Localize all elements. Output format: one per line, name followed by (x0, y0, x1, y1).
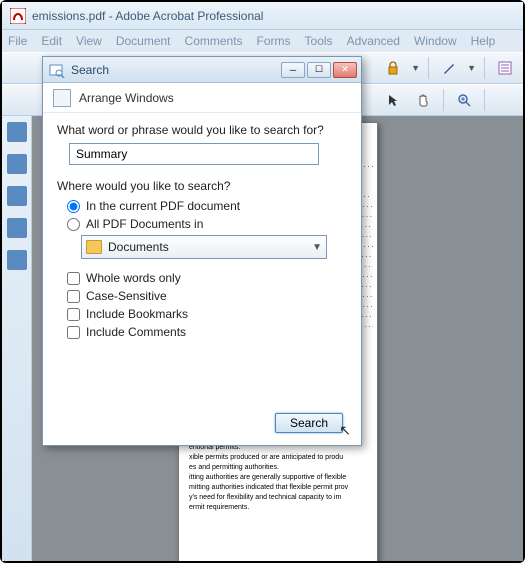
checkbox-case-sensitive[interactable]: Case-Sensitive (67, 289, 347, 303)
menu-document[interactable]: Document (116, 34, 171, 48)
menu-edit[interactable]: Edit (41, 34, 62, 48)
radio-all-input[interactable] (67, 218, 80, 231)
search-titlebar[interactable]: Search ─ ☐ ✕ (43, 57, 361, 83)
maximize-button[interactable]: ☐ (307, 62, 331, 78)
main-window-title: emissions.pdf - Adobe Acrobat Profession… (32, 9, 263, 23)
radio-current-input[interactable] (67, 200, 80, 213)
toolbar-divider (484, 89, 485, 111)
marquee-zoom-tool[interactable] (452, 88, 476, 112)
checkbox-whole-words-input[interactable] (67, 272, 80, 285)
search-prompt-label: What word or phrase would you like to se… (57, 123, 347, 137)
menu-tools[interactable]: Tools (305, 34, 333, 48)
acrobat-main-window: emissions.pdf - Adobe Acrobat Profession… (2, 2, 523, 561)
navigation-pane (2, 116, 32, 561)
body-line: es and permitting authorities. (189, 463, 373, 473)
checkbox-whole-words-label: Whole words only (86, 271, 181, 285)
search-dialog: Search ─ ☐ ✕ Arrange Windows What word o… (42, 56, 362, 446)
menu-advanced[interactable]: Advanced (347, 34, 400, 48)
search-input[interactable] (69, 143, 319, 165)
panel-button[interactable] (7, 218, 27, 238)
forms-button[interactable] (493, 56, 517, 80)
minimize-button[interactable]: ─ (281, 62, 305, 78)
body-line: itting authorities are generally support… (189, 473, 373, 483)
menu-file[interactable]: File (8, 34, 27, 48)
panel-button[interactable] (7, 186, 27, 206)
radio-current-document[interactable]: In the current PDF document (67, 199, 347, 213)
dropdown-arrow-icon[interactable]: ▼ (411, 63, 420, 73)
main-titlebar: emissions.pdf - Adobe Acrobat Profession… (2, 2, 523, 30)
menu-view[interactable]: View (76, 34, 102, 48)
radio-all-documents[interactable]: All PDF Documents in (67, 217, 347, 231)
close-button[interactable]: ✕ (333, 62, 357, 78)
toolbar-button[interactable] (8, 88, 32, 112)
where-prompt-label: Where would you like to search? (57, 179, 347, 193)
sign-dropdown[interactable] (437, 56, 461, 80)
bookmarks-panel-button[interactable] (7, 154, 27, 174)
toolbar-button[interactable] (493, 88, 517, 112)
body-line: xible permits produced or are anticipate… (189, 453, 373, 463)
menu-help[interactable]: Help (471, 34, 496, 48)
search-window-icon (49, 62, 65, 78)
menu-forms[interactable]: Forms (257, 34, 291, 48)
combo-value: Documents (108, 240, 169, 254)
checkbox-include-comments[interactable]: Include Comments (67, 325, 347, 339)
checkbox-whole-words[interactable]: Whole words only (67, 271, 347, 285)
search-body: What word or phrase would you like to se… (43, 113, 361, 445)
toolbar-button[interactable] (8, 56, 32, 80)
checkbox-comments-label: Include Comments (86, 325, 186, 339)
toolbar-divider (484, 57, 485, 79)
pages-panel-button[interactable] (7, 122, 27, 142)
panel-button[interactable] (7, 250, 27, 270)
toolbar-divider (428, 57, 429, 79)
body-line: ermit requirements. (189, 503, 373, 513)
secure-dropdown[interactable] (381, 56, 405, 80)
location-combobox[interactable]: Documents ▼ (81, 235, 327, 259)
search-button[interactable]: Search (275, 413, 343, 433)
checkbox-bookmarks-label: Include Bookmarks (86, 307, 188, 321)
checkbox-bookmarks-input[interactable] (67, 308, 80, 321)
checkbox-case-input[interactable] (67, 290, 80, 303)
radio-all-label: All PDF Documents in (86, 217, 203, 231)
menubar: File Edit View Document Comments Forms T… (2, 30, 523, 52)
body-line: mitting authorities indicated that flexi… (189, 483, 373, 493)
body-line: y's need for flexibility and technical c… (189, 493, 373, 503)
acrobat-app-icon (10, 8, 26, 24)
arrange-windows-label: Arrange Windows (79, 91, 174, 105)
menu-window[interactable]: Window (414, 34, 457, 48)
checkbox-comments-input[interactable] (67, 326, 80, 339)
arrange-windows-icon (53, 89, 71, 107)
toolbar-divider (443, 89, 444, 111)
search-dialog-title: Search (71, 63, 281, 77)
select-tool[interactable] (381, 88, 405, 112)
dropdown-arrow-icon[interactable]: ▼ (467, 63, 476, 73)
arrange-windows-row[interactable]: Arrange Windows (43, 83, 361, 113)
checkbox-case-label: Case-Sensitive (86, 289, 167, 303)
folder-icon (86, 240, 102, 254)
radio-current-label: In the current PDF document (86, 199, 240, 213)
hand-tool[interactable] (411, 88, 435, 112)
checkbox-include-bookmarks[interactable]: Include Bookmarks (67, 307, 347, 321)
chevron-down-icon: ▼ (312, 242, 322, 253)
menu-comments[interactable]: Comments (185, 34, 243, 48)
